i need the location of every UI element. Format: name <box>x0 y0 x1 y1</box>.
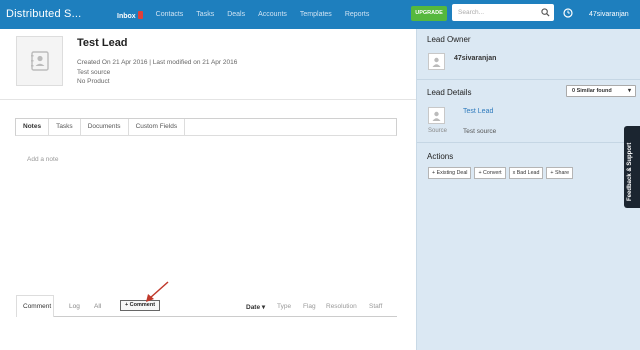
tab-all[interactable]: All <box>94 303 101 310</box>
main-nav: Inbox Contacts Tasks Deals Accounts Temp… <box>117 11 382 20</box>
nav-templates[interactable]: Templates <box>300 11 332 20</box>
column-staff[interactable]: Staff <box>369 303 382 310</box>
user-menu[interactable]: 47sivaranjan <box>589 11 629 18</box>
nav-inbox[interactable]: Inbox <box>117 11 143 20</box>
owner-heading: Lead Owner <box>427 35 471 44</box>
chevron-down-icon: ▾ <box>627 88 631 94</box>
feedback-tab[interactable]: Feedback & Support <box>624 126 640 208</box>
column-date[interactable]: Date ▾ <box>246 303 265 311</box>
lead-title: Test Lead <box>77 37 128 49</box>
bad-lead-button[interactable]: x Bad Lead <box>508 167 544 179</box>
tab-log[interactable]: Log <box>69 303 80 310</box>
upgrade-button[interactable]: UPGRADE <box>411 6 447 21</box>
feedback-label: Feedback & Support <box>627 142 633 201</box>
search-box <box>452 4 554 21</box>
lead-link[interactable]: Test Lead <box>463 108 493 115</box>
annotation-arrow <box>146 281 169 302</box>
brand-name[interactable]: Distributed S... <box>6 8 81 20</box>
existing-deal-button[interactable]: + Existing Deal <box>428 167 472 179</box>
contact-card-icon <box>16 36 63 86</box>
add-note-input[interactable]: Add a note <box>27 156 58 163</box>
source-label: Source <box>428 128 448 134</box>
tab-custom-fields[interactable]: Custom Fields <box>129 119 186 135</box>
column-resolution[interactable]: Resolution <box>326 303 357 310</box>
actions-row: + Existing Deal + Convert x Bad Lead + S… <box>428 167 576 179</box>
inbox-badge <box>137 11 143 19</box>
tab-notes[interactable]: Notes <box>16 119 50 135</box>
clock-icon[interactable] <box>563 8 573 20</box>
lead-header: Test Lead Created On 21 Apr 2016 | Last … <box>16 36 396 96</box>
top-navbar: Distributed S... Inbox Contacts Tasks De… <box>0 0 640 29</box>
sidebar-divider <box>417 142 640 143</box>
share-button[interactable]: + Share <box>546 167 574 179</box>
tab-comment[interactable]: Comment <box>23 303 51 310</box>
source-value: Test source <box>463 128 497 135</box>
convert-button[interactable]: + Convert <box>474 167 506 179</box>
divider <box>0 99 416 100</box>
nav-reports[interactable]: Reports <box>345 11 370 20</box>
lead-source: Test source <box>77 68 111 76</box>
tab-tasks[interactable]: Tasks <box>49 119 81 135</box>
column-flag[interactable]: Flag <box>303 303 316 310</box>
nav-inbox-label: Inbox <box>117 13 136 20</box>
details-heading: Lead Details <box>427 88 472 97</box>
column-date-label: Date <box>246 304 261 311</box>
nav-accounts[interactable]: Accounts <box>258 11 287 20</box>
owner-name[interactable]: 47sivaranjan <box>454 55 496 62</box>
similar-dropdown[interactable]: 0 Similar found ▾ <box>566 85 636 97</box>
tab-documents[interactable]: Documents <box>81 119 129 135</box>
nav-deals[interactable]: Deals <box>227 11 245 20</box>
lead-avatar <box>428 107 445 124</box>
lead-product: No Product <box>77 78 110 85</box>
similar-label: 0 Similar found <box>572 88 612 94</box>
lead-dates: Created On 21 Apr 2016 | Last modified o… <box>77 59 238 66</box>
nav-contacts[interactable]: Contacts <box>156 11 184 20</box>
actions-heading: Actions <box>427 152 454 161</box>
activity-bar: Comment Log All + Comment Date ▾ Type Fl… <box>16 295 397 317</box>
search-icon[interactable] <box>541 8 550 19</box>
column-type[interactable]: Type <box>277 303 291 310</box>
lead-sidebar: Lead Owner 47sivaranjan Lead Details 0 S… <box>416 29 640 350</box>
sidebar-divider <box>417 79 640 80</box>
owner-avatar <box>428 53 445 70</box>
search-input[interactable] <box>452 4 537 21</box>
nav-tasks[interactable]: Tasks <box>196 11 214 20</box>
chevron-down-icon: ▾ <box>260 304 266 311</box>
main-content: Test Lead Created On 21 Apr 2016 | Last … <box>0 29 416 350</box>
lead-tabs: Notes Tasks Documents Custom Fields <box>15 118 397 136</box>
lead-meta: Created On 21 Apr 2016 | Last modified o… <box>77 58 237 87</box>
